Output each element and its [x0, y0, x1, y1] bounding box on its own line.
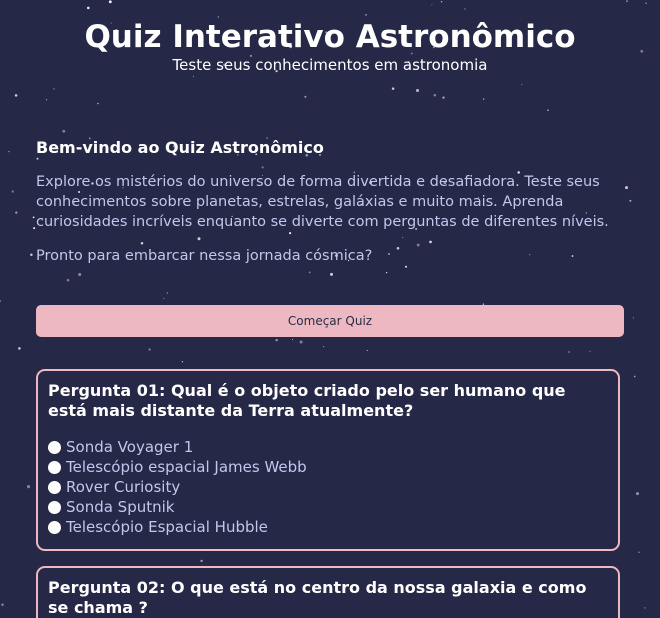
radio-button[interactable]	[48, 520, 61, 534]
page-subtitle: Teste seus conhecimentos em astronomia	[172, 56, 488, 74]
answer-option[interactable]: Sonda Sputnik	[48, 497, 608, 517]
answer-option[interactable]: Sonda Voyager 1	[48, 437, 608, 457]
question-card-2: Pergunta 02: O que está no centro da nos…	[36, 566, 620, 618]
intro-description: Explore os mistérios do universo de form…	[36, 174, 609, 230]
answer-option[interactable]: Telescópio espacial James Webb	[48, 457, 608, 477]
start-quiz-button[interactable]: Começar Quiz	[36, 305, 624, 337]
question-text: Pergunta 01: Qual é o objeto criado pelo…	[48, 381, 566, 420]
radio-button[interactable]	[48, 460, 61, 474]
question-text: Pergunta 02: O que está no centro da nos…	[48, 578, 587, 617]
radio-button[interactable]	[48, 500, 61, 514]
answer-option[interactable]: Rover Curiosity	[48, 477, 608, 497]
page-title: Quiz Interativo Astronômico	[84, 19, 576, 55]
quiz-page: Quiz Interativo Astronômico Teste seus c…	[0, 0, 660, 618]
radio-button[interactable]	[48, 480, 61, 494]
answer-options: Sonda Voyager 1 Telescópio espacial Jame…	[48, 437, 608, 537]
answer-option-label: Telescópio Espacial Hubble	[66, 518, 268, 536]
answer-option-label: Sonda Sputnik	[66, 498, 175, 516]
answer-option[interactable]: Telescópio Espacial Hubble	[48, 517, 608, 537]
intro-prompt: Pronto para embarcar nessa jornada cósmi…	[36, 248, 373, 264]
radio-button[interactable]	[48, 440, 61, 454]
answer-option-label: Telescópio espacial James Webb	[66, 458, 307, 476]
intro-heading: Bem-vindo ao Quiz Astronômico	[36, 138, 324, 157]
question-card-1: Pergunta 01: Qual é o objeto criado pelo…	[36, 369, 620, 551]
intro-section: Bem-vindo ao Quiz Astronômico Explore os…	[36, 138, 624, 266]
answer-option-label: Sonda Voyager 1	[66, 438, 194, 456]
answer-option-label: Rover Curiosity	[66, 478, 181, 496]
page-header: Quiz Interativo Astronômico Teste seus c…	[0, 0, 660, 74]
